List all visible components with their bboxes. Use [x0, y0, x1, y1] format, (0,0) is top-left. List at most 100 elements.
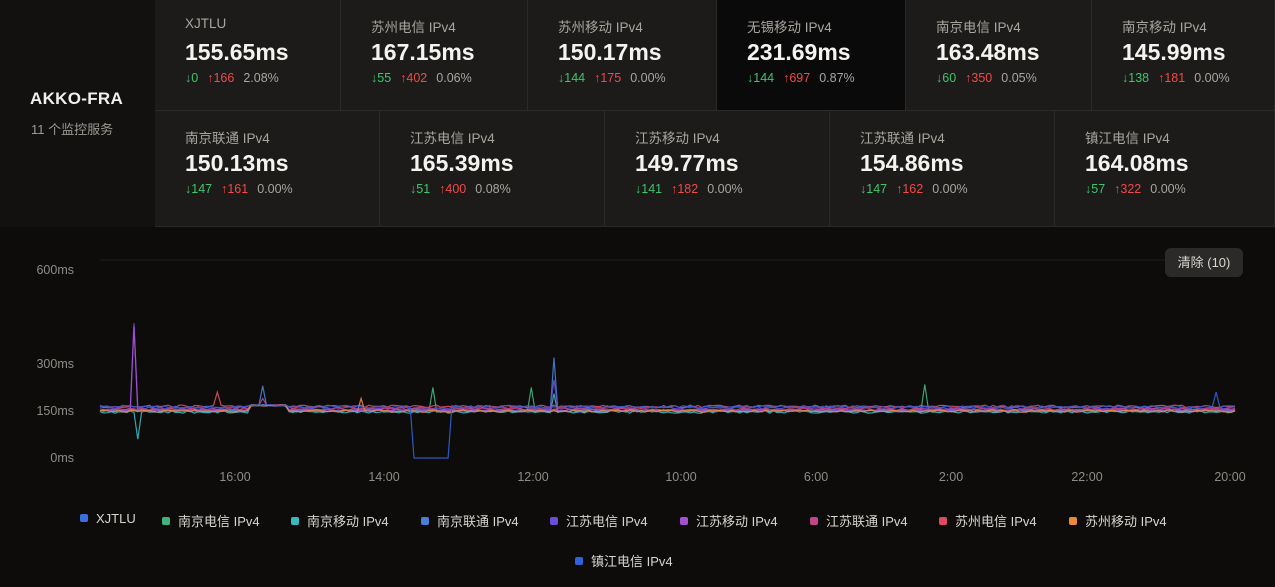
service-name: XJTLU [185, 16, 227, 31]
legend-swatch [575, 557, 583, 565]
legend-item[interactable]: 江苏联通 IPv4 [810, 511, 908, 530]
up-count: ↑181 [1158, 71, 1186, 85]
service-name: 镇江电信 IPv4 [1085, 131, 1170, 146]
service-stats: ↓55 ↑402 0.06% [371, 71, 472, 85]
legend-swatch [162, 517, 170, 525]
service-card[interactable]: 苏州电信 IPv4 167.15ms ↓55 ↑402 0.06% [341, 0, 528, 111]
series-line [99, 357, 1236, 413]
service-stats: ↓60 ↑350 0.05% [936, 71, 1037, 85]
service-card[interactable]: XJTLU 155.65ms ↓0 ↑166 2.08% [155, 0, 341, 111]
loss-rate: 0.00% [1150, 182, 1186, 196]
service-stats: ↓141 ↑182 0.00% [635, 182, 743, 196]
down-count: ↓55 [371, 71, 392, 85]
legend-item[interactable]: XJTLU [80, 511, 136, 526]
loss-rate: 0.00% [630, 71, 666, 85]
legend-swatch [291, 517, 299, 525]
service-stats: ↓51 ↑400 0.08% [410, 182, 511, 196]
y-tick-label: 150ms [36, 404, 74, 418]
down-count: ↓0 [185, 71, 199, 85]
x-tick-label: 6:00 [804, 470, 828, 484]
up-count: ↑166 [207, 71, 235, 85]
service-card[interactable]: 江苏电信 IPv4 165.39ms ↓51 ↑400 0.08% [380, 111, 605, 227]
service-card[interactable]: 南京电信 IPv4 163.48ms ↓60 ↑350 0.05% [906, 0, 1092, 111]
legend-label: 苏州电信 IPv4 [955, 514, 1037, 529]
service-card[interactable]: 江苏移动 IPv4 149.77ms ↓141 ↑182 0.00% [605, 111, 830, 227]
legend-item[interactable]: 南京移动 IPv4 [291, 511, 389, 530]
service-stats: ↓138 ↑181 0.00% [1122, 71, 1230, 85]
x-tick-label: 10:00 [665, 470, 696, 484]
legend-item[interactable]: 苏州电信 IPv4 [939, 511, 1037, 530]
service-name: 苏州移动 IPv4 [558, 20, 643, 35]
down-count: ↓138 [1122, 71, 1150, 85]
x-tick-label: 20:00 [1214, 470, 1245, 484]
x-tick-label: 2:00 [939, 470, 963, 484]
service-name: 江苏移动 IPv4 [635, 131, 720, 146]
legend-swatch [421, 517, 429, 525]
up-count: ↑161 [221, 182, 249, 196]
service-card[interactable]: 镇江电信 IPv4 164.08ms ↓57 ↑322 0.00% [1055, 111, 1275, 227]
loss-rate: 2.08% [243, 71, 279, 85]
latency-value: 167.15ms [371, 39, 475, 65]
up-count: ↑162 [896, 182, 924, 196]
service-card[interactable]: 苏州移动 IPv4 150.17ms ↓144 ↑175 0.00% [528, 0, 717, 111]
up-count: ↑175 [594, 71, 622, 85]
legend-label: 南京电信 IPv4 [178, 514, 260, 529]
service-card[interactable]: 南京移动 IPv4 145.99ms ↓138 ↑181 0.00% [1092, 0, 1275, 111]
up-count: ↑400 [439, 182, 467, 196]
service-card[interactable]: 江苏联通 IPv4 154.86ms ↓147 ↑162 0.00% [830, 111, 1055, 227]
latency-value: 164.08ms [1085, 150, 1189, 176]
down-count: ↓147 [185, 182, 213, 196]
server-name: AKKO-FRA [30, 89, 124, 108]
service-name: 苏州电信 IPv4 [371, 20, 456, 35]
series-line [99, 393, 1236, 440]
latency-value: 163.48ms [936, 39, 1040, 65]
loss-rate: 0.87% [819, 71, 855, 85]
up-count: ↑697 [783, 71, 811, 85]
down-count: ↓60 [936, 71, 957, 85]
service-cards: AKKO-FRA 11 个监控服务 XJTLU 155.65ms ↓0 ↑166 2.0… [0, 0, 1275, 227]
legend-swatch [810, 517, 818, 525]
legend-label: 镇江电信 IPv4 [591, 554, 673, 569]
down-count: ↓141 [635, 182, 663, 196]
legend-swatch [939, 517, 947, 525]
latency-value: 150.17ms [558, 39, 662, 65]
latency-value: 155.65ms [185, 39, 289, 65]
service-card[interactable]: 无锡移动 IPv4 231.69ms ↓144 ↑697 0.87% [717, 0, 906, 111]
service-card[interactable]: 南京联通 IPv4 150.13ms ↓147 ↑161 0.00% [155, 111, 380, 227]
latency-value: 165.39ms [410, 150, 514, 176]
legend-label: 江苏联通 IPv4 [826, 514, 908, 529]
legend-item[interactable]: 苏州移动 IPv4 [1069, 511, 1167, 530]
up-count: ↑350 [965, 71, 993, 85]
down-count: ↓51 [410, 182, 431, 196]
legend-label: 苏州移动 IPv4 [1085, 514, 1167, 529]
service-name: 南京联通 IPv4 [185, 131, 270, 146]
service-name: 江苏联通 IPv4 [860, 131, 945, 146]
down-count: ↓147 [860, 182, 888, 196]
latency-value: 150.13ms [185, 150, 289, 176]
service-stats: ↓0 ↑166 2.08% [185, 71, 279, 85]
series-line [99, 392, 1236, 459]
down-count: ↓144 [747, 71, 775, 85]
server-info: AKKO-FRA 11 个监控服务 [0, 0, 156, 227]
clear-button[interactable]: 清除 (10) [1165, 248, 1243, 277]
up-count: ↑182 [671, 182, 699, 196]
service-stats: ↓57 ↑322 0.00% [1085, 182, 1186, 196]
loss-rate: 0.08% [475, 182, 511, 196]
legend-item[interactable]: 江苏电信 IPv4 [550, 511, 648, 530]
series-line [99, 326, 1236, 413]
legend-item[interactable]: 南京电信 IPv4 [162, 511, 260, 530]
x-tick-label: 16:00 [219, 470, 250, 484]
legend-item[interactable]: 镇江电信 IPv4 [575, 551, 673, 570]
legend-item[interactable]: 江苏移动 IPv4 [680, 511, 778, 530]
service-stats: ↓147 ↑161 0.00% [185, 182, 293, 196]
service-name: 南京移动 IPv4 [1122, 20, 1207, 35]
y-tick-label: 600ms [36, 263, 74, 277]
y-tick-label: 0ms [50, 451, 74, 465]
x-tick-label: 22:00 [1071, 470, 1102, 484]
legend-swatch [680, 517, 688, 525]
legend-item[interactable]: 南京联通 IPv4 [421, 511, 519, 530]
loss-rate: 0.06% [436, 71, 472, 85]
legend-label: 江苏移动 IPv4 [696, 514, 778, 529]
legend-swatch [550, 517, 558, 525]
legend-label: 南京移动 IPv4 [307, 514, 389, 529]
